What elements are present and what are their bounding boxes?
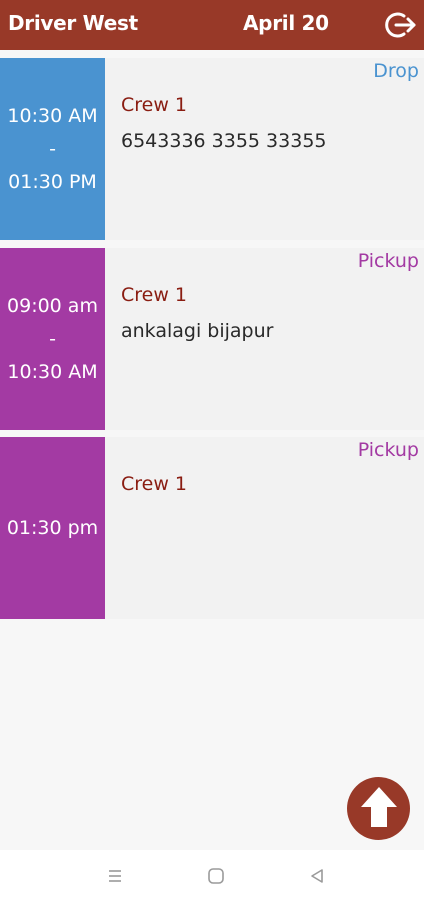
arrow-up-icon — [359, 785, 399, 833]
back-icon[interactable] — [305, 864, 329, 888]
scroll-to-top-button[interactable] — [347, 777, 410, 840]
time-separator: - — [49, 137, 56, 160]
trip-type-badge: Pickup — [357, 439, 419, 461]
time-block: 10:30 AM - 01:30 PM — [0, 58, 105, 240]
trip-type-badge: Drop — [373, 60, 419, 82]
trip-card[interactable]: 01:30 pm Pickup Crew 1 — [0, 437, 424, 619]
app-header: Driver West April 20 — [0, 0, 424, 50]
time-block: 01:30 pm — [0, 437, 105, 619]
crew-name: Crew 1 — [121, 284, 188, 306]
trip-type-badge: Pickup — [357, 250, 419, 272]
page-title: Driver West — [8, 11, 138, 35]
time-separator: - — [49, 327, 56, 350]
trip-address: 6543336 3355 33355 — [121, 130, 327, 152]
trip-card[interactable]: 09:00 am - 10:30 AM Pickup Crew 1 ankala… — [0, 248, 424, 430]
time-block: 09:00 am - 10:30 AM — [0, 248, 105, 430]
logout-icon[interactable] — [385, 10, 417, 40]
system-navigation-bar — [0, 850, 424, 900]
menu-icon[interactable] — [103, 864, 127, 888]
time-start: 01:30 pm — [6, 516, 99, 539]
trip-address: ankalagi bijapur — [121, 320, 274, 342]
crew-name: Crew 1 — [121, 473, 188, 495]
trip-card[interactable]: 10:30 AM - 01:30 PM Drop Crew 1 6543336 … — [0, 58, 424, 240]
time-start: 09:00 am — [7, 294, 98, 317]
time-end: 01:30 PM — [8, 170, 97, 193]
crew-name: Crew 1 — [121, 94, 188, 116]
home-icon[interactable] — [204, 864, 228, 888]
date-label: April 20 — [243, 11, 329, 35]
time-start: 10:30 AM — [7, 104, 98, 127]
time-end: 10:30 AM — [7, 360, 98, 383]
